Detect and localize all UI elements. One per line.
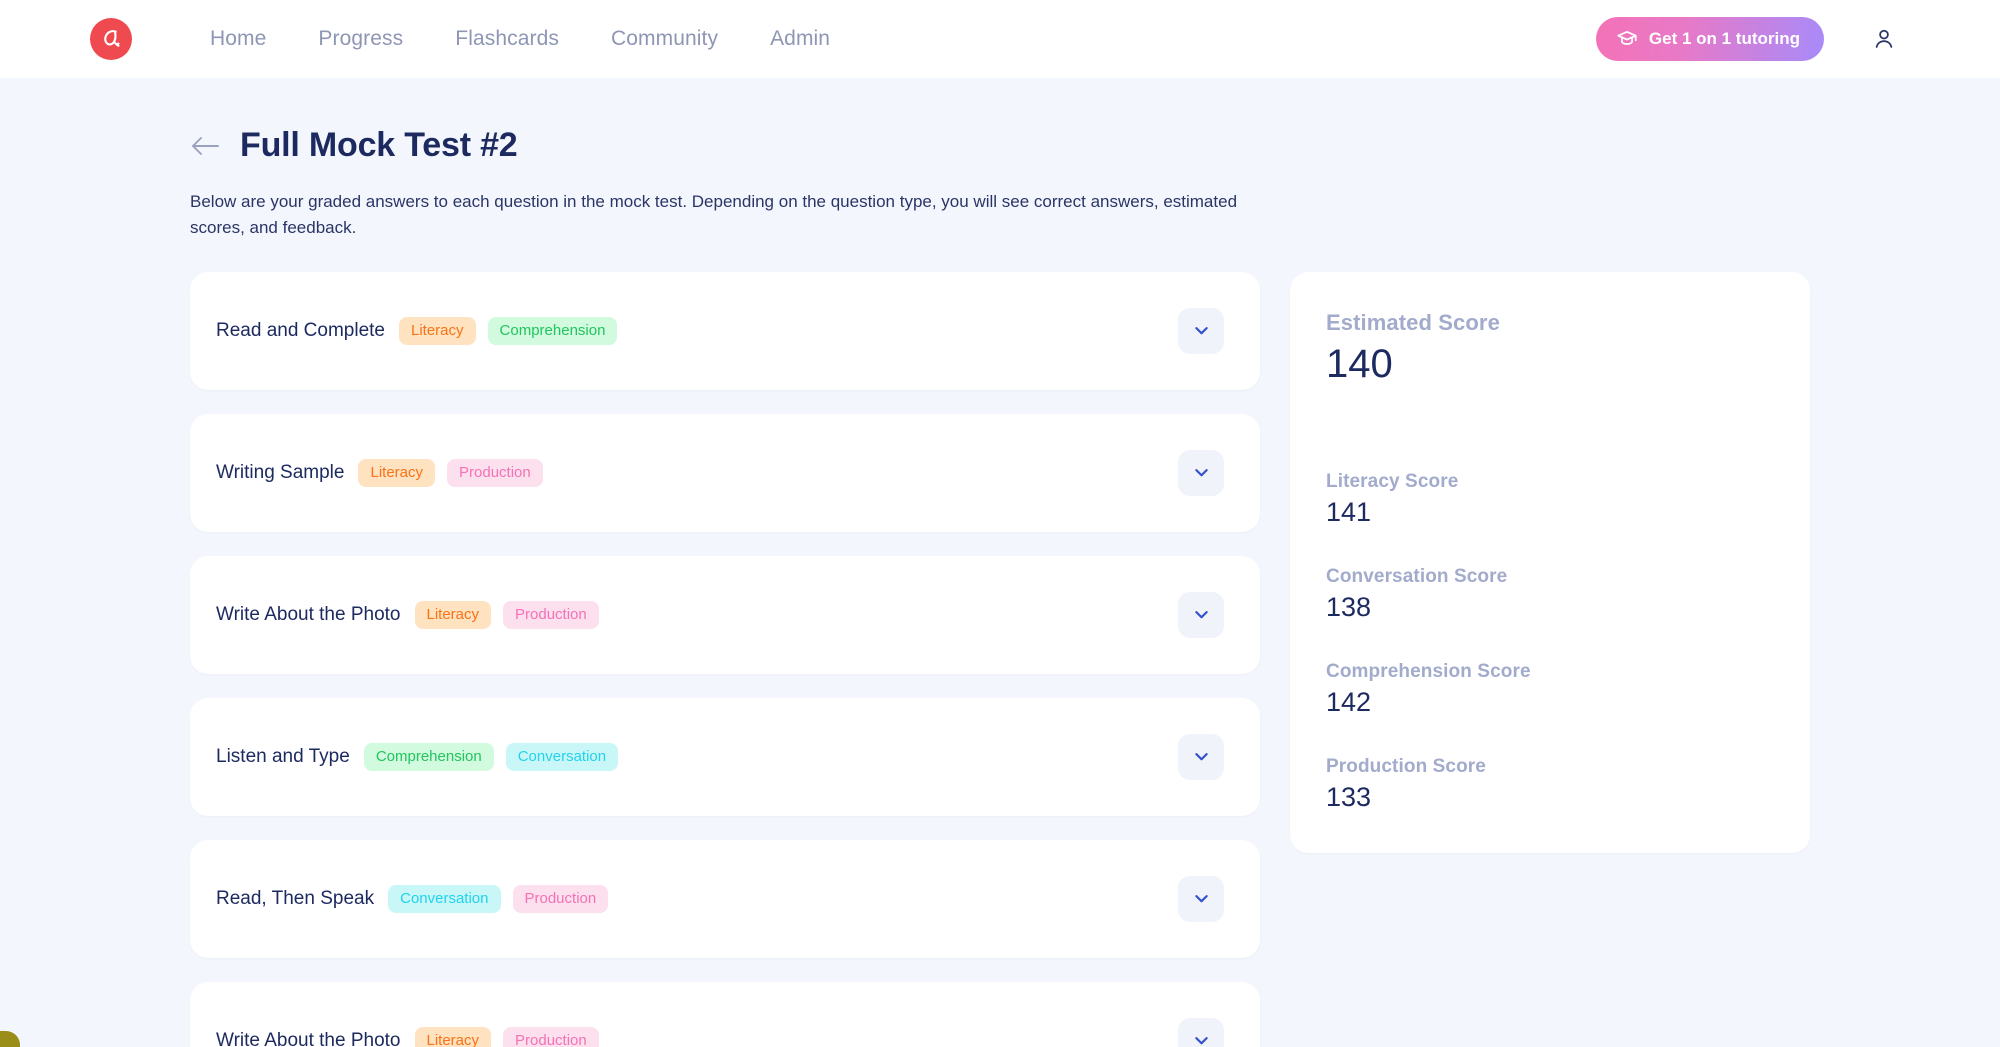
question-card-header: Writing Sample Literacy Production bbox=[216, 458, 543, 487]
navbar-right-section: Get 1 on 1 tutoring bbox=[1595, 17, 1904, 61]
tag-literacy: Literacy bbox=[358, 458, 436, 487]
expand-question-button[interactable] bbox=[1178, 591, 1224, 638]
tag-production: Production bbox=[503, 1026, 599, 1047]
nav-link-progress[interactable]: Progress bbox=[318, 27, 403, 51]
chevron-down-icon bbox=[1192, 605, 1211, 624]
chevron-down-icon bbox=[1192, 463, 1211, 482]
question-card-read-then-speak[interactable]: Read, Then Speak Conversation Production bbox=[190, 839, 1260, 958]
main-navigation: Home Progress Flashcards Community Admin bbox=[210, 27, 830, 51]
nav-link-community[interactable]: Community bbox=[611, 27, 718, 51]
expand-question-button[interactable] bbox=[1178, 307, 1224, 354]
question-card-write-about-the-photo-2[interactable]: Write About the Photo Literacy Productio… bbox=[190, 981, 1260, 1047]
user-avatar-icon[interactable] bbox=[1864, 19, 1904, 59]
question-card-listen-and-type[interactable]: Listen and Type Comprehension Conversati… bbox=[190, 697, 1260, 816]
brand-logo-a-icon[interactable] bbox=[90, 18, 132, 60]
expand-question-button[interactable] bbox=[1178, 1017, 1224, 1047]
question-list: Read and Complete Literacy Comprehension… bbox=[190, 271, 1260, 1047]
question-title: Write About the Photo bbox=[216, 603, 401, 625]
estimated-score-value: 140 bbox=[1326, 341, 1393, 386]
tag-literacy: Literacy bbox=[414, 1026, 492, 1047]
chevron-down-icon bbox=[1192, 889, 1211, 908]
chevron-down-icon bbox=[1192, 747, 1211, 766]
question-card-write-about-the-photo-1[interactable]: Write About the Photo Literacy Productio… bbox=[190, 555, 1260, 674]
arrow-left-icon[interactable] bbox=[190, 135, 220, 157]
main-content: Read and Complete Literacy Comprehension… bbox=[190, 271, 1904, 1047]
page-header: Full Mock Test #2 bbox=[190, 126, 1904, 165]
conversation-score-value: 138 bbox=[1326, 591, 1372, 622]
tag-production: Production bbox=[503, 600, 599, 629]
question-title: Read, Then Speak bbox=[216, 887, 375, 909]
question-card-header: Write About the Photo Literacy Productio… bbox=[216, 1026, 599, 1047]
literacy-score-value: 141 bbox=[1326, 496, 1372, 527]
expand-question-button[interactable] bbox=[1178, 449, 1224, 496]
tag-comprehension: Comprehension bbox=[487, 316, 618, 345]
tag-literacy: Literacy bbox=[399, 316, 476, 345]
expand-question-button[interactable] bbox=[1178, 875, 1224, 922]
literacy-score-label: Literacy Score bbox=[1326, 470, 1459, 492]
estimated-score-label: Estimated Score bbox=[1326, 309, 1500, 335]
score-summary-panel: Estimated Score 140 Literacy Score 141 C… bbox=[1290, 271, 1810, 853]
comprehension-score-block: Comprehension Score 142 bbox=[1326, 661, 1774, 718]
page-title: Full Mock Test #2 bbox=[240, 126, 518, 164]
nav-link-admin[interactable]: Admin bbox=[770, 27, 830, 51]
get-tutoring-button[interactable]: Get 1 on 1 tutoring bbox=[1595, 17, 1824, 61]
question-card-header: Write About the Photo Literacy Productio… bbox=[216, 600, 599, 629]
page-description: Below are your graded answers to each qu… bbox=[190, 192, 1238, 238]
estimated-score-block: Estimated Score 140 bbox=[1326, 310, 1774, 387]
page-body: Full Mock Test #2 Below are your graded … bbox=[0, 78, 2000, 1047]
expand-question-button[interactable] bbox=[1178, 733, 1224, 780]
tag-literacy: Literacy bbox=[414, 600, 492, 629]
question-card-header: Read, Then Speak Conversation Production bbox=[216, 884, 609, 913]
chevron-down-icon bbox=[1192, 1031, 1211, 1047]
question-card-header: Read and Complete Literacy Comprehension bbox=[216, 316, 618, 345]
question-card-header: Listen and Type Comprehension Conversati… bbox=[216, 742, 619, 771]
question-card-writing-sample[interactable]: Writing Sample Literacy Production bbox=[190, 413, 1260, 532]
literacy-score-block: Literacy Score 141 bbox=[1326, 471, 1774, 528]
production-score-label: Production Score bbox=[1326, 755, 1486, 777]
production-score-value: 133 bbox=[1326, 781, 1372, 812]
get-tutoring-label: Get 1 on 1 tutoring bbox=[1648, 29, 1800, 48]
nav-link-home[interactable]: Home bbox=[210, 27, 266, 51]
tag-production: Production bbox=[447, 458, 543, 487]
comprehension-score-label: Comprehension Score bbox=[1326, 660, 1531, 682]
score-panel-spacer bbox=[1326, 387, 1774, 433]
question-card-read-and-complete[interactable]: Read and Complete Literacy Comprehension bbox=[190, 271, 1260, 390]
conversation-score-block: Conversation Score 138 bbox=[1326, 566, 1774, 623]
tag-production: Production bbox=[512, 884, 609, 913]
conversation-score-label: Conversation Score bbox=[1326, 565, 1508, 587]
comprehension-score-value: 142 bbox=[1326, 686, 1372, 717]
chevron-down-icon bbox=[1192, 321, 1211, 340]
tag-conversation: Conversation bbox=[388, 884, 501, 913]
question-title: Write About the Photo bbox=[216, 1029, 401, 1047]
tag-comprehension: Comprehension bbox=[363, 742, 494, 771]
graduation-cap-icon bbox=[1616, 28, 1638, 50]
top-navbar: Home Progress Flashcards Community Admin… bbox=[0, 0, 2000, 78]
nav-link-flashcards[interactable]: Flashcards bbox=[455, 27, 559, 51]
question-title: Writing Sample bbox=[216, 461, 345, 483]
tag-conversation: Conversation bbox=[505, 742, 619, 771]
question-title: Listen and Type bbox=[216, 745, 350, 767]
production-score-block: Production Score 133 bbox=[1326, 756, 1774, 813]
question-title: Read and Complete bbox=[216, 319, 385, 341]
